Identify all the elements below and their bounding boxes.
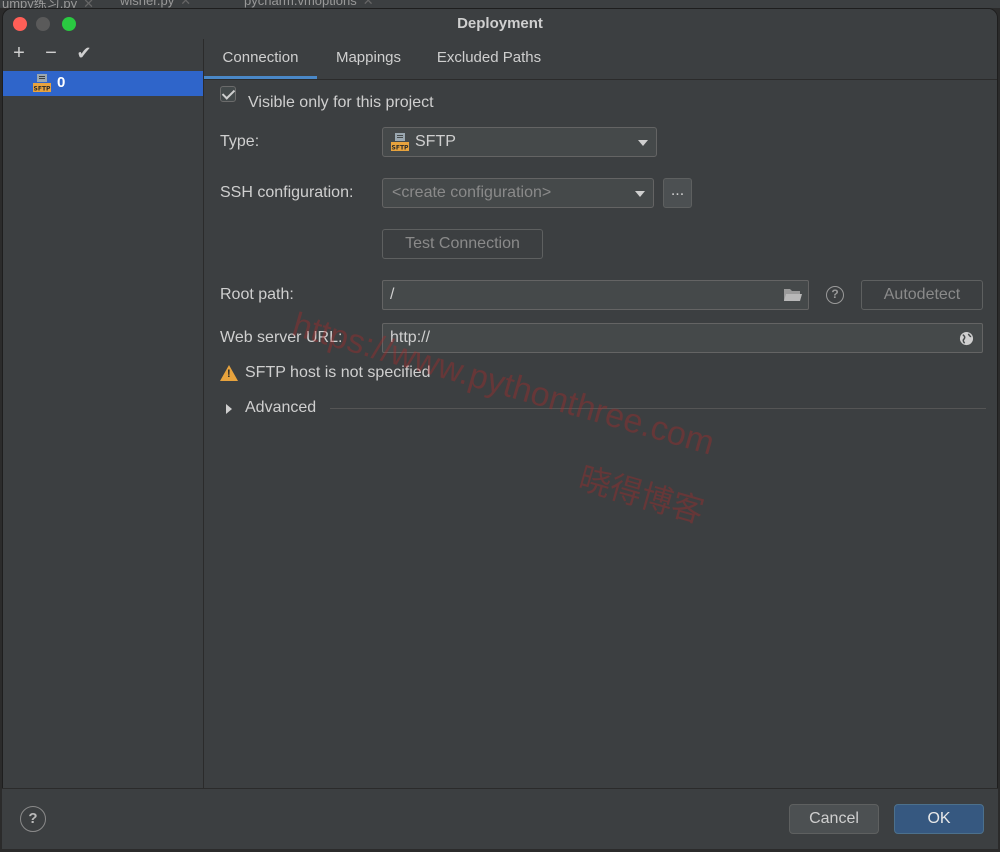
ssh-configuration-more-button[interactable]: ... [663,178,692,208]
ssh-configuration-label: SSH configuration: [220,184,354,201]
section-divider [330,408,986,409]
background-editor-tabs: umpy练习.py ✕ wisher.py ✕ pycharm.vmoptions ✕ [0,0,1000,8]
type-value: SFTP [415,133,456,150]
web-server-url-input[interactable]: http:// [382,323,983,353]
background-tab[interactable]: umpy练习.py ✕ [2,0,94,8]
tab-excluded-paths[interactable]: Excluded Paths [422,39,556,79]
web-server-url-label: Web server URL: [220,329,343,346]
folder-icon[interactable] [784,288,802,302]
sftp-icon: SFTP [391,133,409,151]
root-path-label: Root path: [220,286,294,303]
advanced-section-toggle[interactable]: Advanced [245,399,316,417]
close-icon[interactable]: ✕ [83,0,94,8]
settings-tabs: Connection Mappings Excluded Paths [204,39,997,80]
cancel-button[interactable]: Cancel [789,804,879,834]
chevron-down-icon [638,140,648,146]
ssh-configuration-select[interactable]: <create configuration> [382,178,654,208]
autodetect-button[interactable]: Autodetect [861,280,983,310]
add-server-button[interactable]: + [8,41,30,65]
svg-text:SFTP: SFTP [392,145,409,152]
type-label: Type: [220,133,260,150]
title-bar: Deployment [3,9,997,39]
server-name: 0 [57,74,66,91]
chevron-down-icon [635,191,645,197]
test-connection-button[interactable]: Test Connection [382,229,543,259]
server-list-sidebar: + − ✔ SFTP 0 [3,39,204,789]
warning-message: SFTP host is not specified [245,364,431,381]
web-server-url-value: http:// [390,329,431,346]
close-icon[interactable]: ✕ [180,0,191,8]
root-path-value: / [390,286,395,303]
window-title: Deployment [457,15,543,32]
background-tab[interactable]: pycharm.vmoptions ✕ [244,0,374,8]
visible-only-label: Visible only for this project [248,94,434,111]
ssh-configuration-placeholder: <create configuration> [392,184,552,201]
warning-icon: ! [220,365,238,381]
help-button[interactable]: ? [20,806,46,832]
dialog-footer: ? Cancel OK [2,788,998,849]
sftp-icon: SFTP [33,74,51,92]
background-tab[interactable]: wisher.py ✕ [120,0,191,8]
server-list-item[interactable]: SFTP 0 [3,71,203,96]
help-icon[interactable]: ? [826,286,844,304]
visible-only-checkbox[interactable] [220,86,236,102]
set-default-button[interactable]: ✔ [73,41,95,65]
tab-connection[interactable]: Connection [204,39,317,79]
close-icon[interactable]: ✕ [363,0,374,8]
ok-button[interactable]: OK [894,804,984,834]
remove-server-button[interactable]: − [40,41,62,65]
chevron-right-icon[interactable] [226,404,232,414]
root-path-input[interactable]: / [382,280,809,310]
svg-text:SFTP: SFTP [34,86,51,93]
globe-icon[interactable] [959,331,974,346]
tab-mappings[interactable]: Mappings [317,39,420,79]
type-select[interactable]: SFTP SFTP [382,127,657,157]
